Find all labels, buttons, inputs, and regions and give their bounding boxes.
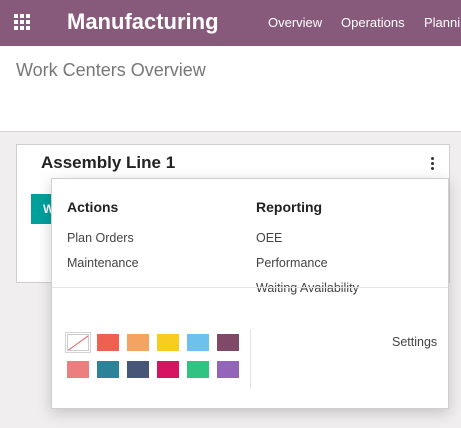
color-swatch-yellow[interactable] [157,334,179,351]
color-swatch-salmon[interactable] [67,361,89,378]
color-swatch-red[interactable] [97,334,119,351]
card-dropdown-menu: Actions Plan Orders Maintenance Reportin… [51,178,449,409]
color-swatch-navy[interactable] [127,361,149,378]
waiting-availability-link[interactable]: Waiting Availability [256,281,359,295]
color-swatch-orange[interactable] [127,334,149,351]
menu-overview[interactable]: Overview [268,15,322,30]
color-swatch-light-blue[interactable] [187,334,209,351]
maintenance-link[interactable]: Maintenance [67,256,139,270]
apps-grid-icon[interactable] [14,14,32,32]
reporting-title: Reporting [256,199,323,215]
color-swatch-crimson[interactable] [157,361,179,378]
color-swatch-purple[interactable] [217,361,239,378]
app-title[interactable]: Manufacturing [67,9,219,35]
card-title[interactable]: Assembly Line 1 [41,153,175,173]
actions-title: Actions [67,199,119,215]
oee-link[interactable]: OEE [256,231,282,245]
dropdown-vertical-divider [250,329,251,389]
menu-operations[interactable]: Operations [341,15,405,30]
color-swatch-dark-purple[interactable] [217,334,239,351]
top-navbar: Manufacturing Overview Operations Planni [0,0,461,46]
control-panel: Work Centers Overview [0,46,461,132]
color-swatch-teal[interactable] [97,361,119,378]
vertical-ellipsis-icon[interactable] [425,155,439,171]
breadcrumb: Work Centers Overview [16,60,206,80]
menu-planning[interactable]: Planni [424,15,460,30]
color-swatch-green[interactable] [187,361,209,378]
settings-link[interactable]: Settings [392,335,437,349]
dropdown-divider [52,287,448,288]
color-swatch-none[interactable] [67,334,89,351]
performance-link[interactable]: Performance [256,256,328,270]
plan-orders-link[interactable]: Plan Orders [67,231,134,245]
